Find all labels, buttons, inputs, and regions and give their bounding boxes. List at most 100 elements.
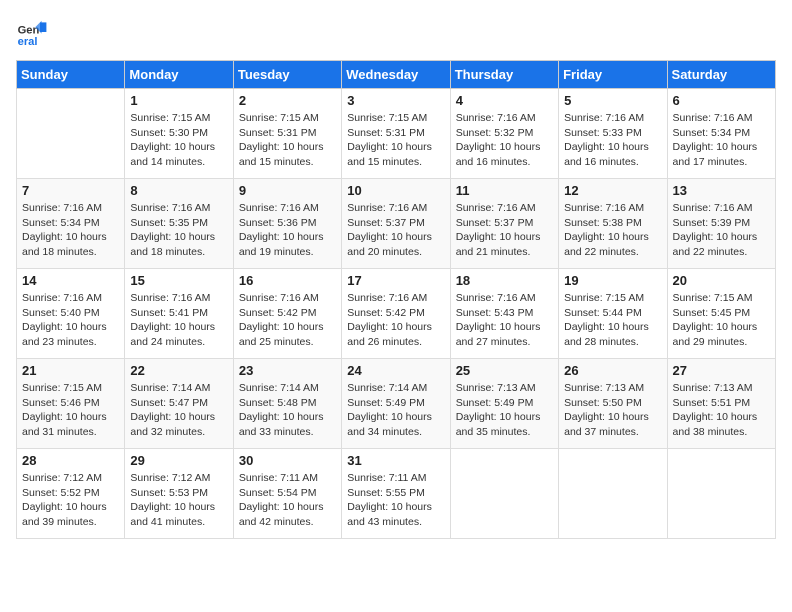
day-number: 5 [564, 93, 661, 108]
calendar-header-row: SundayMondayTuesdayWednesdayThursdayFrid… [17, 61, 776, 89]
day-info: Sunrise: 7:13 AMSunset: 5:51 PMDaylight:… [673, 381, 770, 440]
day-number: 3 [347, 93, 444, 108]
day-number: 4 [456, 93, 553, 108]
calendar-cell: 6Sunrise: 7:16 AMSunset: 5:34 PMDaylight… [667, 89, 775, 179]
day-number: 25 [456, 363, 553, 378]
day-info: Sunrise: 7:12 AMSunset: 5:53 PMDaylight:… [130, 471, 227, 530]
calendar-cell: 15 Sunrise: 7:16 AMSunset: 5:41 PMDayligh… [125, 269, 233, 359]
calendar-cell [17, 89, 125, 179]
day-info: Sunrise: 7:14 AMSunset: 5:47 PMDaylight:… [130, 381, 227, 440]
day-header-monday: Monday [125, 61, 233, 89]
calendar-cell: 19Sunrise: 7:15 AMSunset: 5:44 PMDayligh… [559, 269, 667, 359]
day-number: 31 [347, 453, 444, 468]
calendar-cell: 3 Sunrise: 7:15 AMSunset: 5:31 PMDaylight… [342, 89, 450, 179]
calendar-cell: 16 Sunrise: 7:16 AMSunset: 5:42 PMDayligh… [233, 269, 341, 359]
calendar-cell: 25 Sunrise: 7:13 AMSunset: 5:49 PMDayligh… [450, 359, 558, 449]
calendar-cell: 23 Sunrise: 7:14 AMSunset: 5:48 PMDayligh… [233, 359, 341, 449]
day-header-tuesday: Tuesday [233, 61, 341, 89]
calendar-week-row: 1Sunrise: 7:15 AMSunset: 5:30 PMDaylight… [17, 89, 776, 179]
day-number: 14 [22, 273, 119, 288]
day-number: 6 [673, 93, 770, 108]
day-number: 21 [22, 363, 119, 378]
day-info: Sunrise: 7:16 AMSunset: 5:34 PMDaylight:… [22, 201, 119, 260]
day-number: 28 [22, 453, 119, 468]
calendar-cell: 30 Sunrise: 7:11 AMSunset: 5:54 PMDayligh… [233, 449, 341, 539]
day-info: Sunrise: 7:15 AMSunset: 5:45 PMDaylight:… [673, 291, 770, 350]
day-info: Sunrise: 7:16 AMSunset: 5:39 PMDaylight:… [673, 201, 770, 260]
day-number: 16 [239, 273, 336, 288]
day-info: Sunrise: 7:14 AMSunset: 5:49 PMDaylight:… [347, 381, 444, 440]
logo: Gen eral [16, 16, 52, 48]
calendar-cell: 14 Sunrise: 7:16 AMSunset: 5:40 PMDayligh… [17, 269, 125, 359]
calendar-cell [450, 449, 558, 539]
day-number: 11 [456, 183, 553, 198]
calendar-week-row: 21 Sunrise: 7:15 AMSunset: 5:46 PMDayligh… [17, 359, 776, 449]
calendar-cell: 2Sunrise: 7:15 AMSunset: 5:31 PMDaylight… [233, 89, 341, 179]
day-info: Sunrise: 7:16 AMSunset: 5:33 PMDaylight:… [564, 111, 661, 170]
calendar-week-row: 14 Sunrise: 7:16 AMSunset: 5:40 PMDayligh… [17, 269, 776, 359]
calendar-cell: 26 Sunrise: 7:13 AMSunset: 5:50 PMDayligh… [559, 359, 667, 449]
day-info: Sunrise: 7:16 AMSunset: 5:35 PMDaylight:… [130, 201, 227, 260]
day-number: 1 [130, 93, 227, 108]
calendar-cell: 31 Sunrise: 7:11 AMSunset: 5:55 PMDayligh… [342, 449, 450, 539]
day-number: 30 [239, 453, 336, 468]
day-info: Sunrise: 7:15 AMSunset: 5:46 PMDaylight:… [22, 381, 119, 440]
logo-icon: Gen eral [16, 16, 48, 48]
day-info: Sunrise: 7:16 AMSunset: 5:37 PMDaylight:… [456, 201, 553, 260]
calendar-cell: 24 Sunrise: 7:14 AMSunset: 5:49 PMDayligh… [342, 359, 450, 449]
day-number: 9 [239, 183, 336, 198]
day-info: Sunrise: 7:13 AMSunset: 5:50 PMDaylight:… [564, 381, 661, 440]
calendar-cell: 4 Sunrise: 7:16 AMSunset: 5:32 PMDaylight… [450, 89, 558, 179]
day-info: Sunrise: 7:11 AMSunset: 5:55 PMDaylight:… [347, 471, 444, 530]
day-number: 23 [239, 363, 336, 378]
calendar-cell: 5 Sunrise: 7:16 AMSunset: 5:33 PMDaylight… [559, 89, 667, 179]
day-info: Sunrise: 7:14 AMSunset: 5:48 PMDaylight:… [239, 381, 336, 440]
day-info: Sunrise: 7:16 AMSunset: 5:40 PMDaylight:… [22, 291, 119, 350]
calendar-cell: 7 Sunrise: 7:16 AMSunset: 5:34 PMDaylight… [17, 179, 125, 269]
day-info: Sunrise: 7:15 AMSunset: 5:31 PMDaylight:… [347, 111, 444, 170]
day-number: 19 [564, 273, 661, 288]
day-info: Sunrise: 7:15 AMSunset: 5:31 PMDaylight:… [239, 111, 336, 170]
day-number: 27 [673, 363, 770, 378]
day-info: Sunrise: 7:16 AMSunset: 5:43 PMDaylight:… [456, 291, 553, 350]
day-number: 20 [673, 273, 770, 288]
day-info: Sunrise: 7:16 AMSunset: 5:38 PMDaylight:… [564, 201, 661, 260]
calendar-cell: 13Sunrise: 7:16 AMSunset: 5:39 PMDayligh… [667, 179, 775, 269]
calendar-cell: 28 Sunrise: 7:12 AMSunset: 5:52 PMDayligh… [17, 449, 125, 539]
calendar-table: SundayMondayTuesdayWednesdayThursdayFrid… [16, 60, 776, 539]
day-info: Sunrise: 7:12 AMSunset: 5:52 PMDaylight:… [22, 471, 119, 530]
calendar-cell: 17 Sunrise: 7:16 AMSunset: 5:42 PMDayligh… [342, 269, 450, 359]
calendar-cell: 21 Sunrise: 7:15 AMSunset: 5:46 PMDayligh… [17, 359, 125, 449]
day-number: 26 [564, 363, 661, 378]
day-info: Sunrise: 7:16 AMSunset: 5:42 PMDaylight:… [347, 291, 444, 350]
calendar-week-row: 28 Sunrise: 7:12 AMSunset: 5:52 PMDayligh… [17, 449, 776, 539]
day-info: Sunrise: 7:11 AMSunset: 5:54 PMDaylight:… [239, 471, 336, 530]
day-header-friday: Friday [559, 61, 667, 89]
calendar-cell: 9Sunrise: 7:16 AMSunset: 5:36 PMDaylight… [233, 179, 341, 269]
day-number: 29 [130, 453, 227, 468]
calendar-cell: 22Sunrise: 7:14 AMSunset: 5:47 PMDayligh… [125, 359, 233, 449]
calendar-cell: 18 Sunrise: 7:16 AMSunset: 5:43 PMDayligh… [450, 269, 558, 359]
calendar-cell: 10 Sunrise: 7:16 AMSunset: 5:37 PMDayligh… [342, 179, 450, 269]
calendar-cell: 12Sunrise: 7:16 AMSunset: 5:38 PMDayligh… [559, 179, 667, 269]
day-info: Sunrise: 7:16 AMSunset: 5:42 PMDaylight:… [239, 291, 336, 350]
calendar-cell: 27 Sunrise: 7:13 AMSunset: 5:51 PMDayligh… [667, 359, 775, 449]
day-info: Sunrise: 7:13 AMSunset: 5:49 PMDaylight:… [456, 381, 553, 440]
day-number: 15 [130, 273, 227, 288]
day-number: 18 [456, 273, 553, 288]
day-header-thursday: Thursday [450, 61, 558, 89]
day-info: Sunrise: 7:16 AMSunset: 5:37 PMDaylight:… [347, 201, 444, 260]
day-info: Sunrise: 7:16 AMSunset: 5:32 PMDaylight:… [456, 111, 553, 170]
calendar-cell: 1Sunrise: 7:15 AMSunset: 5:30 PMDaylight… [125, 89, 233, 179]
day-number: 10 [347, 183, 444, 198]
day-number: 24 [347, 363, 444, 378]
day-number: 17 [347, 273, 444, 288]
calendar-cell: 8 Sunrise: 7:16 AMSunset: 5:35 PMDaylight… [125, 179, 233, 269]
day-number: 7 [22, 183, 119, 198]
day-info: Sunrise: 7:16 AMSunset: 5:41 PMDaylight:… [130, 291, 227, 350]
day-number: 8 [130, 183, 227, 198]
calendar-cell: 11 Sunrise: 7:16 AMSunset: 5:37 PMDayligh… [450, 179, 558, 269]
page-header: Gen eral [16, 16, 776, 48]
calendar-week-row: 7 Sunrise: 7:16 AMSunset: 5:34 PMDaylight… [17, 179, 776, 269]
calendar-cell: 20 Sunrise: 7:15 AMSunset: 5:45 PMDayligh… [667, 269, 775, 359]
